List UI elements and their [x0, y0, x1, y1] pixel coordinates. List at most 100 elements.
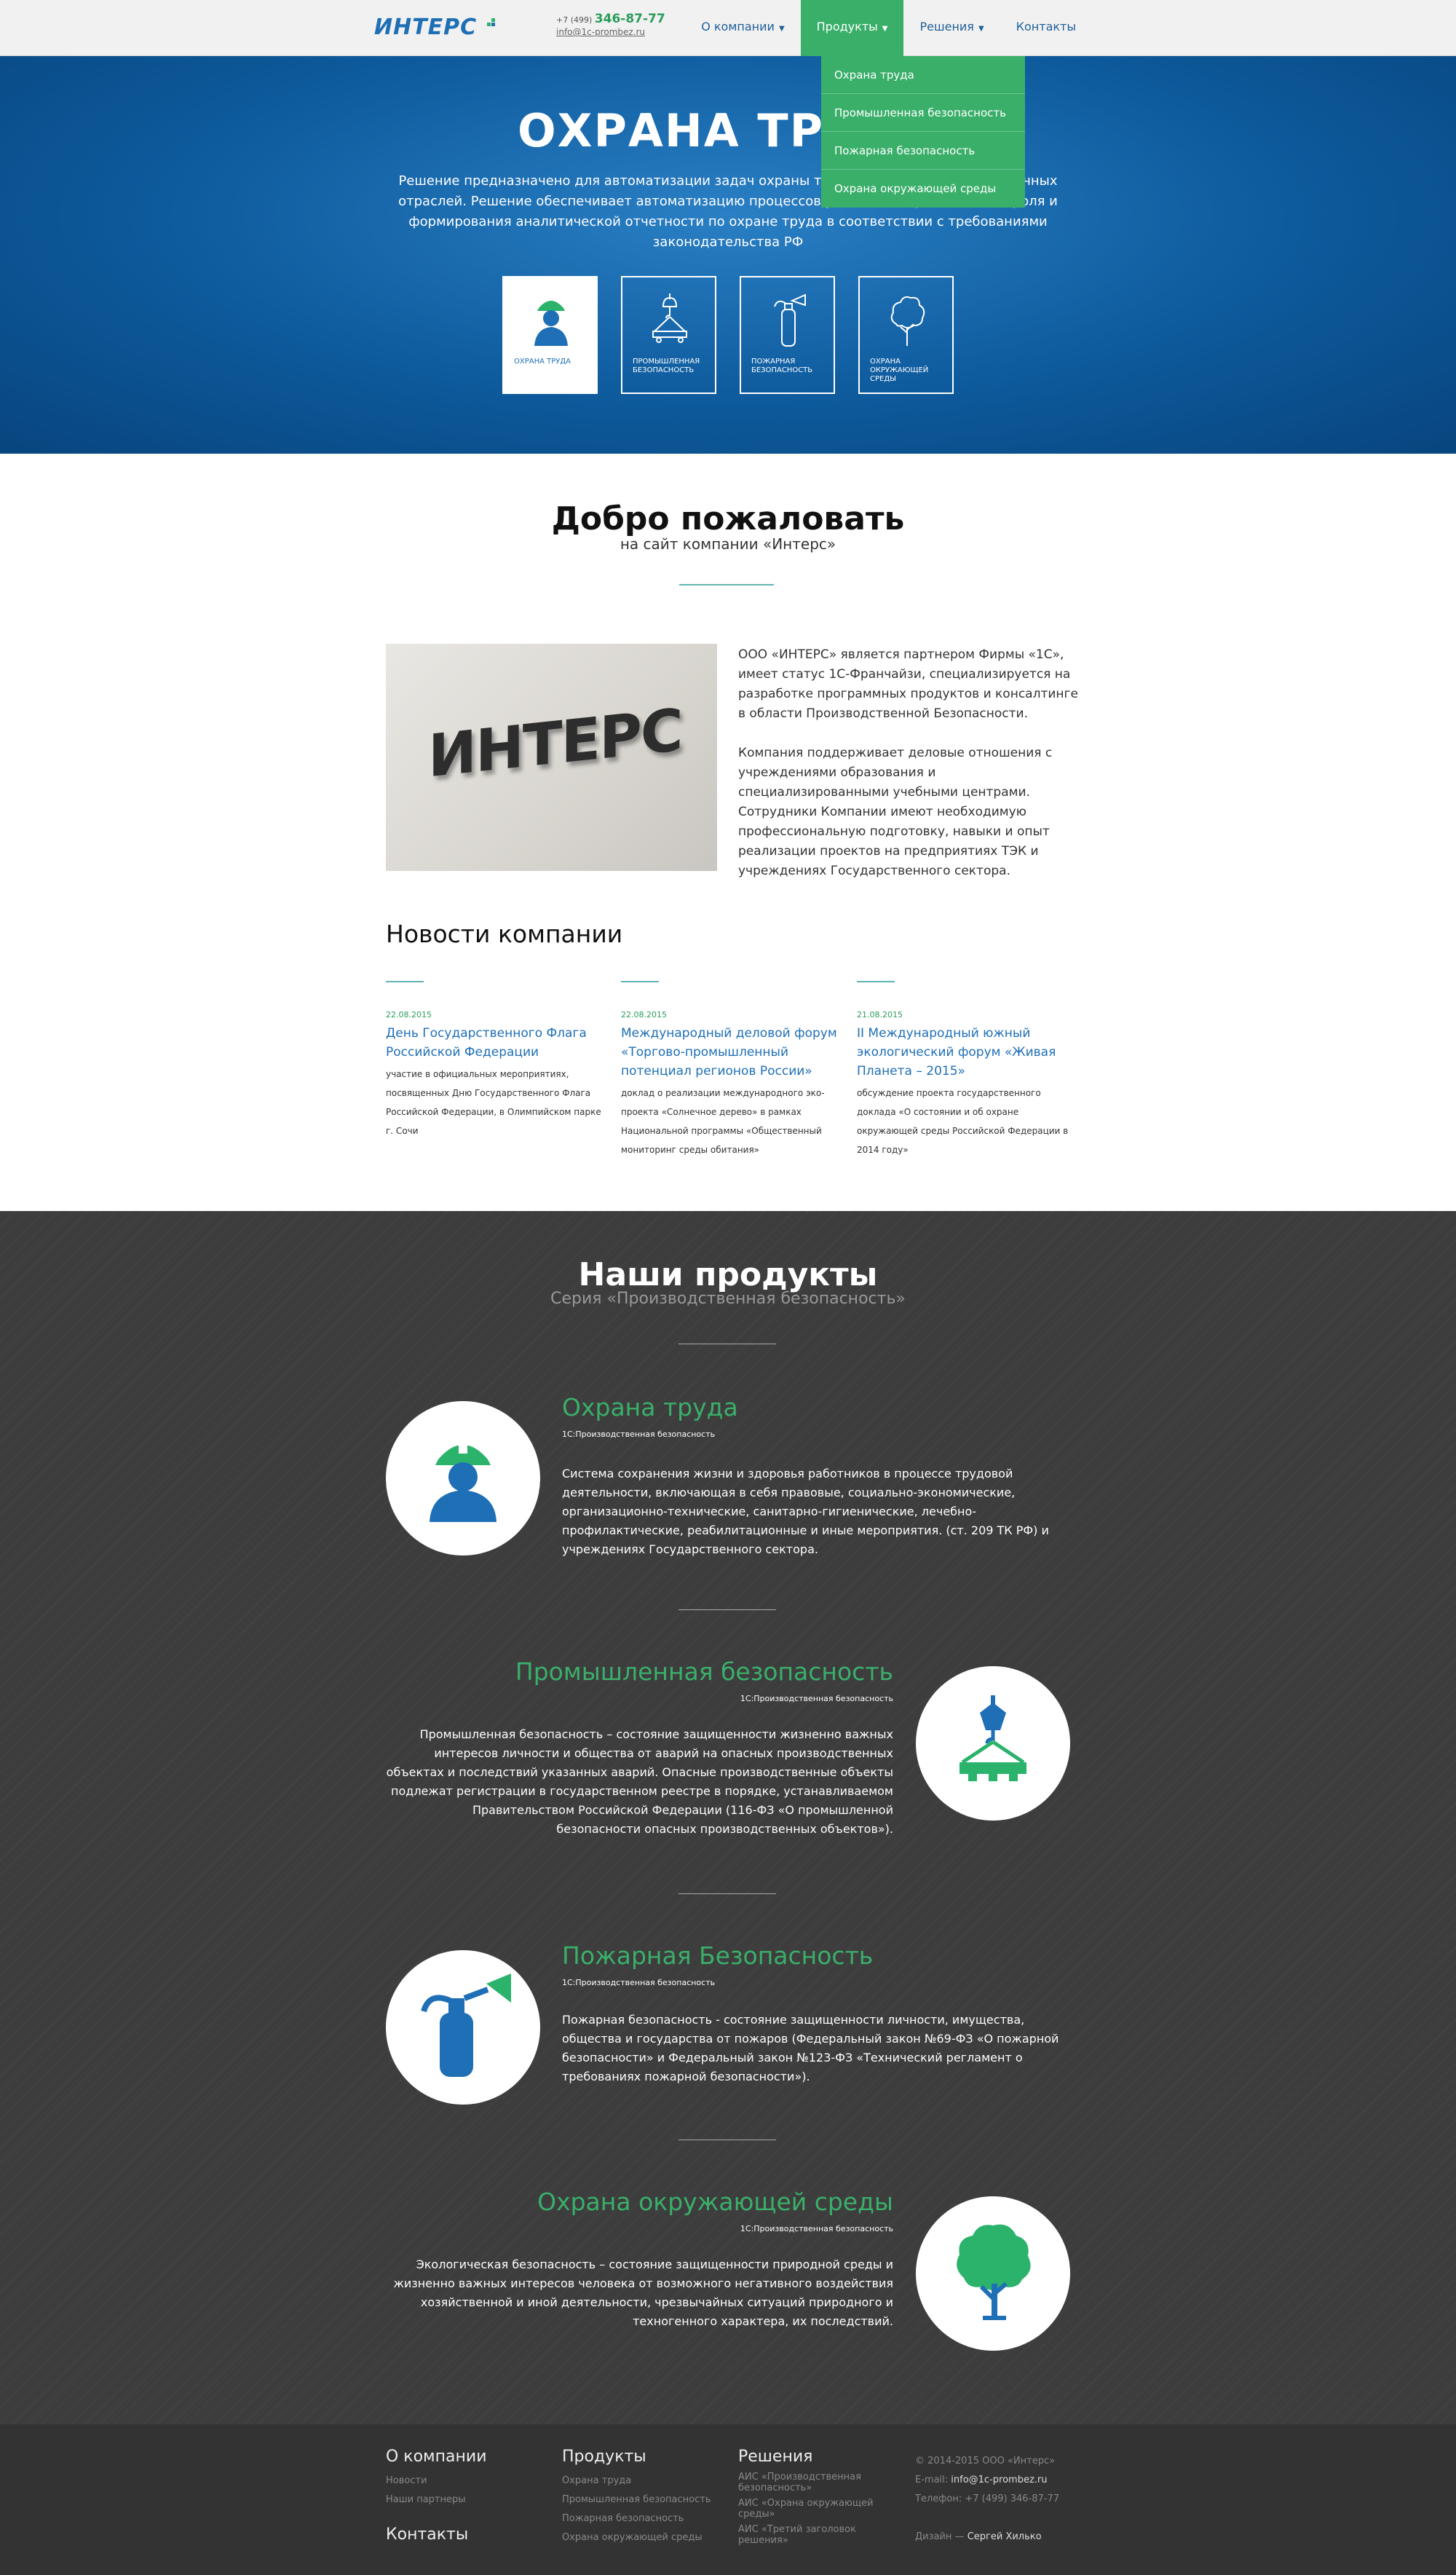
footer-phone: Телефон: +7 (499) 346-87-77: [915, 2493, 1059, 2504]
main-nav: О компании ▼ Продукты ▼ Решения ▼ Контакты: [685, 0, 1092, 56]
footer-link[interactable]: АИС «Производственная безопасность»: [738, 2472, 898, 2493]
phone-number[interactable]: 346-87-77: [595, 12, 665, 26]
news-divider: [857, 981, 895, 982]
footer-link[interactable]: Охрана окружающей среды: [562, 2528, 711, 2547]
news-item: 22.08.2015 Международный деловой форум «…: [621, 981, 839, 1159]
news-title: Новости компании: [386, 920, 623, 948]
about-paragraph: ООО «ИНТЕРС» является партнером Фирмы «1…: [738, 647, 1078, 721]
tile-fire-safety[interactable]: Пожарная безопасность: [740, 276, 835, 394]
logo-dots-icon: [486, 18, 497, 28]
fire-extinguisher-icon: [421, 1973, 511, 2077]
product-text: Промышленная безопасность – состояние за…: [386, 1727, 893, 1836]
fire-safety-circle[interactable]: [386, 1950, 540, 2105]
crane-hook-icon: [652, 293, 687, 343]
product-title[interactable]: Охрана труда: [562, 1393, 738, 1421]
tile-labor-safety[interactable]: Охрана труда: [502, 276, 598, 394]
dropdown-item-environment[interactable]: Охрана окружающей среды: [821, 170, 1025, 208]
logo-text: ИНТЕРС: [374, 15, 478, 40]
products-title: Наши продукты: [578, 1256, 878, 1293]
news-divider: [621, 981, 659, 982]
product-tag: 1С:Производственная безопасность: [740, 2224, 893, 2233]
tile-label: Охрана окружающей среды: [870, 358, 929, 383]
news-text: доклад о реализации международного эко-п…: [621, 1088, 825, 1155]
dropdown-item-labor-safety[interactable]: Охрана труда: [821, 56, 1025, 94]
footer-link[interactable]: Новости: [386, 2472, 487, 2491]
products-subtitle: Серия «Производственная безопасность»: [550, 1290, 906, 1308]
product-text: Экологическая безопасность – состояние з…: [393, 2257, 893, 2328]
crane-hook-icon: [960, 1695, 1026, 1781]
news-item: 22.08.2015 День Государственного Флага Р…: [386, 981, 604, 1140]
footer-col-products: Продукты Охрана труда Промышленная безоп…: [562, 2448, 711, 2547]
caret-down-icon: ▼: [978, 25, 984, 33]
dropdown-item-fire-safety[interactable]: Пожарная безопасность: [821, 132, 1025, 170]
footer-link[interactable]: Наши партнеры: [386, 2491, 487, 2509]
caret-down-icon: ▼: [778, 25, 785, 33]
products-dropdown-menu: Охрана труда Промышленная безопасность П…: [821, 56, 1025, 208]
about-paragraph: Компания поддерживает деловые отношения …: [738, 746, 1053, 878]
header-email-link[interactable]: info@1c-prombez.ru: [556, 26, 665, 38]
news-title-link[interactable]: II Международный южный экологический фор…: [857, 1024, 1075, 1081]
product-title[interactable]: Охрана окружающей среды: [386, 2188, 893, 2216]
news-date: 22.08.2015: [621, 1010, 667, 1020]
news-text: обсуждение проекта государственного докл…: [857, 1088, 1069, 1155]
divider: [678, 1893, 776, 1894]
designer-link[interactable]: Сергей Хилько: [968, 2531, 1042, 2542]
nav-item-products[interactable]: Продукты ▼: [800, 0, 904, 56]
about-text: ООО «ИНТЕРС» является партнером Фирмы «1…: [738, 645, 1080, 901]
nav-item-about[interactable]: О компании ▼: [685, 0, 800, 56]
news-text: участие в официальных мероприятиях, посв…: [386, 1069, 601, 1136]
footer-email-link[interactable]: info@1c-prombez.ru: [951, 2475, 1047, 2485]
product-title[interactable]: Промышленная безопасность: [386, 1657, 893, 1686]
site-footer: О компании Новости Наши партнеры Контакт…: [0, 2424, 1456, 2575]
footer-link[interactable]: Пожарная безопасность: [562, 2509, 711, 2528]
products-section: Наши продукты Серия «Производственная бе…: [0, 1211, 1456, 2424]
site-header: ИНТЕРС +7 (499) 346-87-77 info@1c-prombe…: [0, 0, 1456, 56]
footer-heading[interactable]: Продукты: [562, 2448, 711, 2466]
welcome-title: Добро пожаловать: [551, 500, 905, 537]
tree-icon: [957, 2224, 1031, 2320]
caret-down-icon: ▼: [882, 25, 888, 33]
footer-link[interactable]: АИС «Охрана окружающей среды»: [738, 2498, 898, 2520]
product-tag: 1С:Производственная безопасность: [562, 1978, 716, 1987]
news-date: 21.08.2015: [857, 1010, 903, 1020]
news-title-link[interactable]: День Государственного Флага Российской Ф…: [386, 1024, 604, 1062]
tile-label: Пожарная безопасность: [751, 358, 813, 374]
product-text: Система сохранения жизни и здоровья рабо…: [562, 1467, 1049, 1556]
welcome-section: Добро пожаловать на сайт компании «Интер…: [0, 454, 1456, 1255]
news-item: 21.08.2015 II Международный южный эколог…: [857, 981, 1075, 1159]
product-title[interactable]: Пожарная Безопасность: [562, 1941, 873, 1970]
tile-environment[interactable]: Охрана окружающей среды: [858, 276, 954, 394]
footer-link[interactable]: Охрана труда: [562, 2472, 711, 2491]
footer-heading[interactable]: Контакты: [386, 2525, 487, 2544]
divider: [679, 584, 774, 585]
nav-item-contacts[interactable]: Контакты: [1000, 0, 1092, 56]
footer-link[interactable]: Промышленная безопасность: [562, 2491, 711, 2509]
footer-link[interactable]: АИС «Третий заголовок решения»: [738, 2524, 898, 2546]
phone-prefix: +7 (499): [556, 15, 593, 25]
footer-heading[interactable]: Решения: [738, 2448, 898, 2466]
product-tag: 1С:Производственная безопасность: [740, 1694, 893, 1703]
product-tag: 1С:Производственная безопасность: [562, 1430, 716, 1439]
dropdown-item-industrial-safety[interactable]: Промышленная безопасность: [821, 94, 1025, 132]
worker-helmet-icon: [430, 1439, 496, 1522]
logo[interactable]: ИНТЕРС: [374, 15, 497, 40]
news-title-link[interactable]: Международный деловой форум «Торгово-про…: [621, 1024, 839, 1081]
labor-safety-circle[interactable]: [386, 1401, 540, 1555]
fire-extinguisher-icon: [774, 293, 806, 347]
copyright: © 2014-2015 ООО «Интерс»: [915, 2456, 1056, 2466]
environment-circle[interactable]: [916, 2196, 1070, 2351]
tile-industrial-safety[interactable]: Промышленная безопасность: [621, 276, 716, 394]
news-date: 22.08.2015: [386, 1010, 432, 1020]
welcome-subtitle: на сайт компании «Интерс»: [620, 535, 836, 553]
footer-info: © 2014-2015 ООО «Интерс» E-mail: info@1c…: [915, 2452, 1059, 2547]
nav-item-solutions[interactable]: Решения ▼: [903, 0, 1000, 56]
industrial-safety-circle[interactable]: [916, 1666, 1070, 1821]
news-divider: [386, 981, 424, 982]
divider: [678, 1609, 776, 1610]
tile-label: Промышленная безопасность: [633, 358, 700, 374]
footer-col-about: О компании Новости Наши партнеры Контакт…: [386, 2448, 487, 2544]
footer-heading[interactable]: О компании: [386, 2448, 487, 2466]
product-tiles: Охрана труда Промышленная безопасность П…: [502, 276, 954, 394]
tile-label: Охрана труда: [514, 358, 571, 366]
hero-banner: ОХРАНА ТРУДА Решение предназначено для а…: [0, 56, 1456, 454]
